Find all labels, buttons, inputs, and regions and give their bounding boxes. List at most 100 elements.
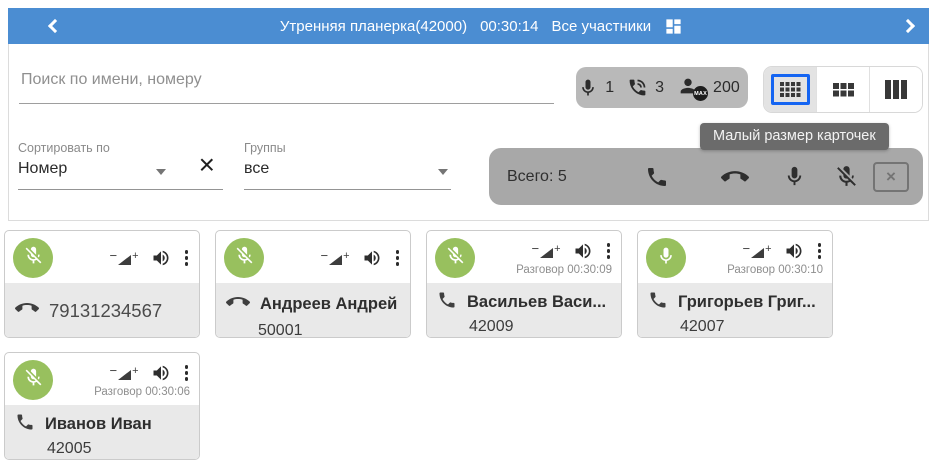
dashboard-layout-icon[interactable] [664, 17, 683, 36]
participant-name: Андреев Андрей [260, 295, 398, 313]
conference-header: Утренняя планерка(42000) 00:30:14 Все уч… [8, 8, 929, 44]
volume-wedge-icon [540, 247, 554, 258]
participant-card: − + 79131234567 [4, 230, 200, 338]
groups-label: Группы [244, 141, 286, 155]
mic-count: 1 [605, 78, 615, 96]
search-field-wrap [19, 56, 554, 104]
groups-field: Группы все [244, 141, 451, 190]
participant-number: 42009 [469, 318, 514, 335]
active-calls-count: 3 [655, 78, 665, 96]
call-active-icon [437, 290, 457, 315]
microphone-icon [582, 79, 595, 95]
microphone-off-icon [23, 367, 44, 393]
volume-wedge-icon [329, 254, 343, 265]
speaker-button[interactable] [362, 248, 382, 268]
search-input[interactable] [19, 56, 554, 104]
sort-chevron-down-icon[interactable] [156, 169, 166, 175]
volume-control[interactable]: − + [742, 242, 772, 258]
participant-max-icon: MAX [677, 75, 709, 101]
call-icon [648, 167, 666, 186]
talk-duration: Разговор 00:30:09 [516, 264, 612, 276]
card-menu-button[interactable] [183, 365, 191, 381]
view-button-grid-medium[interactable] [816, 67, 869, 112]
microphone-off-icon [23, 245, 44, 271]
participant-name: Васильев Васи... [467, 293, 607, 311]
groups-value[interactable]: все [244, 160, 451, 178]
participants-filter-label: Все участники [551, 17, 652, 35]
participant-name: 79131234567 [49, 299, 163, 321]
grid-small-icon [779, 82, 801, 97]
speaker-button[interactable] [151, 248, 171, 268]
hangup-state-icon [15, 296, 39, 325]
volume-wedge-icon [118, 369, 132, 380]
volume-control[interactable]: − + [531, 242, 561, 258]
participant-name: Григорьев Григ... [678, 293, 816, 311]
call-active-icon [15, 412, 35, 437]
participant-mute-toggle-button[interactable] [13, 360, 53, 400]
sort-field: Сортировать по Номер × [18, 141, 223, 190]
participant-number: 50001 [258, 322, 303, 338]
card-size-toggle-group [763, 66, 923, 113]
conference-title: Утренняя планерка(42000) [279, 17, 468, 35]
view-button-grid-large[interactable] [869, 67, 922, 112]
grid-large-icon [885, 80, 907, 99]
mute-all-button[interactable] [834, 164, 859, 189]
volume-wedge-icon [751, 247, 765, 258]
view-size-tooltip: Малый размер карточек [700, 123, 889, 150]
speaker-icon [575, 243, 590, 259]
microphone-off-icon [837, 166, 856, 186]
participant-mute-toggle-button[interactable] [646, 238, 686, 278]
volume-control[interactable]: − + [320, 249, 350, 265]
speaker-button[interactable] [784, 241, 804, 261]
talk-duration: Разговор 00:30:06 [94, 386, 190, 398]
conference-timer: 00:30:14 [480, 17, 539, 35]
cards-grid: − + 79131234567 − + Андреев Андрей 50001… [4, 230, 864, 460]
participant-number: 42005 [47, 440, 92, 457]
next-conference-chevron-icon[interactable] [900, 18, 916, 34]
sort-value[interactable]: Номер [18, 160, 223, 178]
grid-medium-icon [832, 82, 854, 97]
max-badge: MAX [693, 86, 709, 101]
hangup-all-button[interactable] [721, 163, 749, 191]
unmute-all-button[interactable] [783, 165, 806, 188]
card-menu-button[interactable] [183, 250, 191, 266]
volume-wedge-icon [118, 254, 132, 265]
microphone-off-icon [234, 245, 255, 271]
microphone-icon [656, 246, 676, 271]
conference-stats-pill: 1 3 MAX 200 [576, 67, 748, 108]
participant-card: − + Разговор 00:30:06 Иванов Иван 42005 [4, 352, 200, 460]
card-menu-button[interactable] [816, 243, 824, 259]
participant-number: 42007 [680, 318, 725, 335]
participant-mute-toggle-button[interactable] [435, 238, 475, 278]
microphone-off-icon [445, 245, 466, 271]
speaker-icon [153, 365, 168, 381]
call-active-icon [648, 290, 668, 315]
call-all-button[interactable] [645, 165, 669, 189]
speaker-button[interactable] [573, 241, 593, 261]
sort-label: Сортировать по [18, 141, 110, 155]
speaker-icon [786, 243, 801, 259]
card-menu-button[interactable] [394, 250, 402, 266]
total-count-label: Всего: 5 [507, 167, 567, 185]
hangup-state-icon [226, 290, 250, 319]
speaker-button[interactable] [151, 363, 171, 383]
card-menu-button[interactable] [605, 243, 613, 259]
talk-duration: Разговор 00:30:10 [727, 264, 823, 276]
volume-control[interactable]: − + [109, 364, 139, 380]
view-button-grid-small[interactable] [764, 67, 816, 112]
volume-control[interactable]: − + [109, 249, 139, 265]
participant-card: − + Разговор 00:30:09 Васильев Васи... 42… [426, 230, 622, 338]
summary-action-bar: Всего: 5 × [489, 148, 923, 205]
participant-card: − + Андреев Андрей 50001 [215, 230, 411, 338]
groups-chevron-down-icon[interactable] [438, 169, 448, 175]
sort-clear-button[interactable]: × [199, 151, 215, 179]
hangup-icon [721, 170, 749, 181]
speaker-icon [153, 250, 168, 266]
max-participants-count: 200 [713, 78, 740, 96]
microphone-icon [787, 166, 802, 186]
participant-card: − + Разговор 00:30:10 Григорьев Григ... 4… [637, 230, 833, 338]
participant-mute-toggle-button[interactable] [224, 238, 264, 278]
close-panel-button[interactable]: × [873, 161, 909, 192]
participant-mute-toggle-button[interactable] [13, 238, 53, 278]
participant-name: Иванов Иван [45, 415, 152, 433]
